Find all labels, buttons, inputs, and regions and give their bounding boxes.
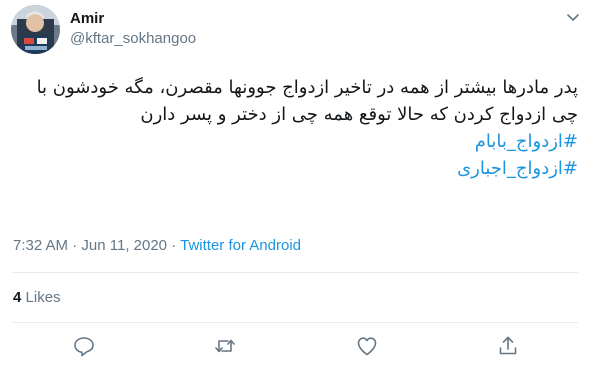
divider bbox=[12, 272, 578, 273]
reply-icon[interactable] bbox=[72, 334, 96, 358]
author-handle[interactable]: @kftar_sokhangoo bbox=[70, 30, 196, 47]
divider bbox=[12, 322, 578, 323]
meta-separator: · bbox=[72, 237, 78, 254]
hashtag-link[interactable]: #ازدواج_بابام bbox=[8, 128, 578, 155]
tweet-metadata: 7:32 AM · Jun 11, 2020 · Twitter for And… bbox=[13, 237, 301, 254]
tweet-card: Amir @kftar_sokhangoo پدر مادرها بیشتر ا… bbox=[0, 0, 590, 369]
retweet-icon[interactable] bbox=[213, 334, 237, 358]
hashtag-link[interactable]: #ازدواج_اجباری bbox=[8, 155, 578, 182]
avatar[interactable] bbox=[11, 5, 60, 54]
author-display-name[interactable]: Amir bbox=[70, 10, 104, 27]
likes-count[interactable]: 4 Likes bbox=[13, 289, 61, 306]
tweet-date[interactable]: Jun 11, 2020 bbox=[81, 237, 167, 254]
tweet-source-link[interactable]: Twitter for Android bbox=[180, 237, 301, 254]
chevron-down-icon[interactable] bbox=[563, 7, 583, 27]
share-icon[interactable] bbox=[496, 334, 520, 358]
tweet-text: پدر مادرها بیشتر از همه در تاخیر ازدواج … bbox=[8, 74, 578, 182]
tweet-body-text: پدر مادرها بیشتر از همه در تاخیر ازدواج … bbox=[36, 77, 578, 125]
likes-label: Likes bbox=[25, 289, 61, 306]
likes-number: 4 bbox=[13, 289, 22, 306]
heart-icon[interactable] bbox=[355, 334, 379, 358]
meta-separator: · bbox=[171, 237, 177, 254]
tweet-time[interactable]: 7:32 AM bbox=[13, 237, 68, 254]
avatar-image bbox=[11, 5, 60, 54]
